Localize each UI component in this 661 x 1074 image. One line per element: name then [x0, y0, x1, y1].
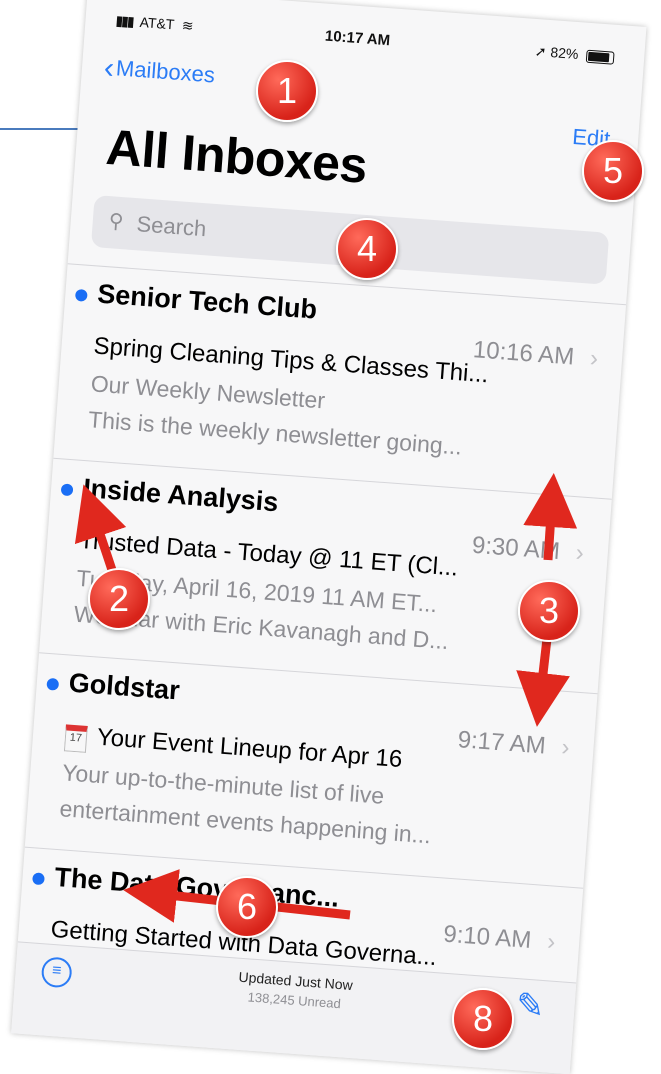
- annotation-badge: 1: [256, 60, 318, 122]
- annotation-badge: 8: [452, 988, 514, 1050]
- annotation-badge: 6: [216, 876, 278, 938]
- annotation-arrows: [74, 473, 578, 923]
- annotation-badge: 5: [582, 140, 644, 202]
- arrow-3-up: [523, 473, 578, 561]
- arrow-2: [74, 484, 127, 572]
- annotation-badge: 3: [518, 580, 580, 642]
- annotation-badge: 4: [336, 218, 398, 280]
- annotation-badge: 2: [88, 568, 150, 630]
